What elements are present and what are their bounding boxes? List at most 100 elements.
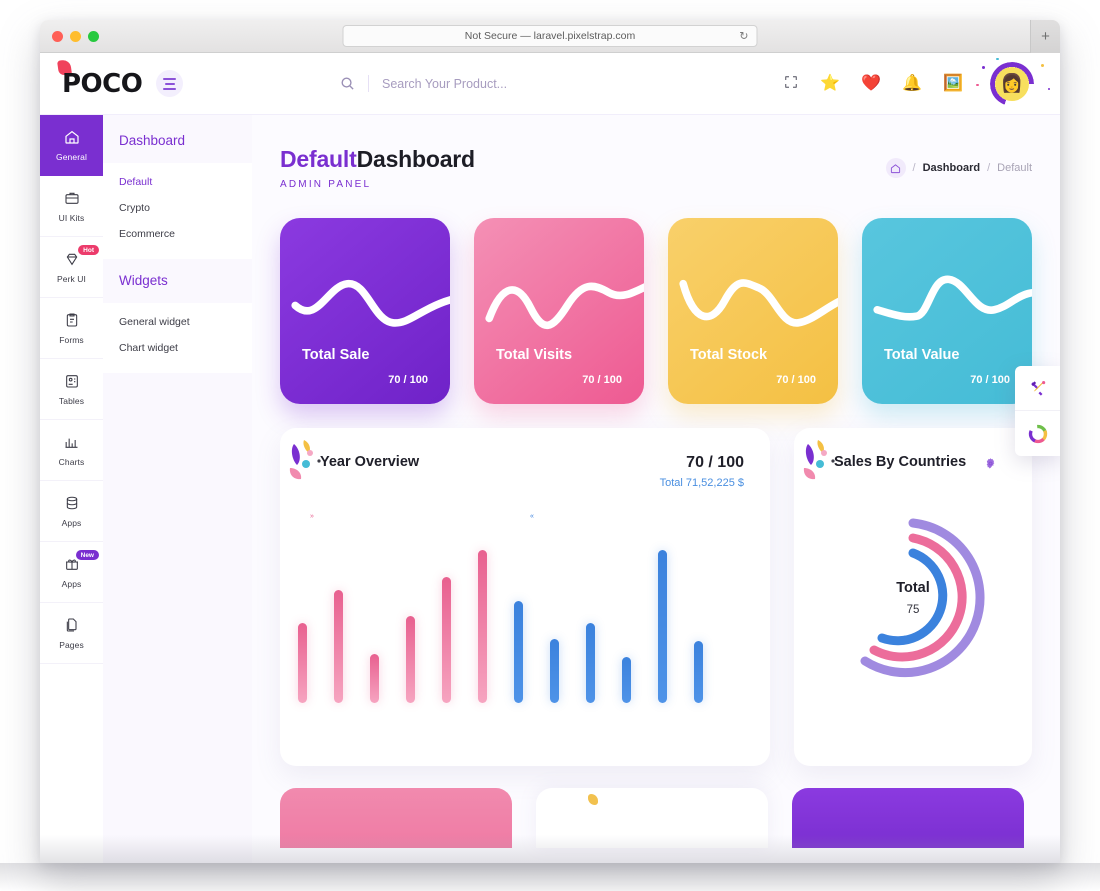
bell-icon[interactable]: 🔔: [902, 75, 922, 92]
sidebar-item-pages[interactable]: Pages: [40, 603, 103, 664]
sidebar-item-label: General: [56, 151, 87, 162]
breadcrumb-separator: /: [987, 162, 991, 174]
sidebar-item-perk-ui[interactable]: Hot Perk UI: [40, 237, 103, 298]
bottom-card-pink[interactable]: [280, 788, 512, 848]
bottom-card-row: [280, 788, 1032, 848]
submenu-item-ecommerce[interactable]: Ecommerce: [103, 221, 252, 247]
bar[interactable]: [406, 616, 415, 703]
sparkline-icon: [679, 279, 838, 327]
theme-tools-icon[interactable]: [1015, 366, 1060, 411]
sidebar-item-label: Apps: [61, 578, 82, 589]
panel-row: Year Overview 70 / 100 Total 71,52,225 $…: [280, 428, 1032, 766]
sidebar-item-label: Tables: [58, 395, 85, 406]
year-overview-stats: 70 / 100 Total 71,52,225 $: [660, 454, 744, 489]
minimize-window-button[interactable]: [70, 31, 81, 42]
window-controls[interactable]: [52, 31, 99, 42]
table-icon: [64, 373, 80, 392]
submenu-item-general-widget[interactable]: General widget: [103, 309, 252, 335]
sidebar-item-ui-kits[interactable]: UI Kits: [40, 176, 103, 237]
submenu-heading-widgets: Widgets: [103, 259, 252, 303]
heart-icon[interactable]: ❤️: [861, 75, 881, 92]
screenshot-root: Not Secure — laravel.pixelstrap.com ↻ + …: [0, 0, 1100, 891]
submenu-item-default[interactable]: Default: [103, 169, 252, 195]
submenu-item-crypto[interactable]: Crypto: [103, 195, 252, 221]
bar[interactable]: [694, 641, 703, 703]
briefcase-icon: [64, 190, 80, 209]
breadcrumb-dashboard[interactable]: Dashboard: [923, 162, 980, 174]
radial-center-label: Total: [896, 580, 930, 596]
clipboard-icon: [64, 312, 80, 331]
reload-icon[interactable]: ↻: [739, 30, 748, 43]
avatar[interactable]: 👩: [976, 57, 1050, 106]
page-title-accent: Default: [280, 146, 357, 172]
bar[interactable]: [514, 601, 523, 703]
breadcrumb-home-icon[interactable]: [885, 158, 906, 178]
star-icon[interactable]: ⭐: [820, 75, 840, 92]
bar[interactable]: [334, 590, 343, 703]
badge-new: New: [75, 550, 99, 560]
stat-card-total-sale[interactable]: Total Sale 70 / 100: [280, 218, 450, 404]
sidebar-item-tables[interactable]: Tables: [40, 359, 103, 420]
sidebar-item-general[interactable]: General: [40, 115, 103, 176]
app-header: POCO Search Your Product... ⭐ ❤️ 🔔 🖼️ 👩: [40, 53, 1060, 115]
submenu-group-dashboard: Default Crypto Ecommerce: [103, 163, 252, 259]
radial-center-value: 75: [906, 604, 920, 616]
badge-hot: Hot: [78, 245, 99, 255]
stat-card-value: 70 / 100: [776, 374, 816, 386]
stat-card-total-stock[interactable]: Total Stock 70 / 100: [668, 218, 838, 404]
bar[interactable]: [442, 577, 451, 703]
confetti-dot: [1041, 63, 1044, 67]
confetti-dot: [976, 83, 979, 86]
submenu-heading-dashboard: Dashboard: [103, 119, 252, 163]
menu-toggle-icon[interactable]: [156, 70, 184, 97]
bar[interactable]: [586, 623, 595, 703]
search-input[interactable]: [382, 76, 632, 91]
bottom-card-white[interactable]: [536, 788, 768, 848]
bottom-card-purple[interactable]: [792, 788, 1024, 848]
sidebar-rail: General UI Kits Hot Perk UI Forms Tables…: [40, 115, 103, 863]
sidebar-item-charts[interactable]: Charts: [40, 420, 103, 481]
gallery-icon[interactable]: 🖼️: [943, 75, 963, 92]
stat-card-value: 70 / 100: [388, 374, 428, 386]
logo[interactable]: POCO: [57, 58, 143, 99]
stat-card-value: 70 / 100: [582, 374, 622, 386]
year-overview-total: Total 71,52,225 $: [659, 477, 744, 489]
fullscreen-icon[interactable]: [783, 74, 799, 93]
browser-window: Not Secure — laravel.pixelstrap.com ↻ + …: [40, 20, 1060, 863]
stat-card-title: Total Value: [884, 347, 960, 363]
sparkline-icon: [485, 282, 644, 330]
app-body: General UI Kits Hot Perk UI Forms Tables…: [40, 115, 1060, 863]
sidebar-item-label: UI Kits: [58, 212, 85, 223]
bar[interactable]: [550, 639, 559, 703]
bar[interactable]: [370, 654, 379, 703]
submenu-group-widgets: General widget Chart widget: [103, 303, 252, 373]
close-window-button[interactable]: [52, 31, 63, 42]
sidebar-item-label: Perk UI: [56, 273, 87, 284]
chart-annotation: «: [530, 513, 534, 520]
search-icon: [340, 76, 355, 91]
page-title-block: DefaultDashboard ADMIN PANEL: [280, 146, 475, 190]
sidebar-item-label: Charts: [58, 456, 85, 467]
sidebar-item-apps-database[interactable]: Apps: [40, 481, 103, 542]
page-subtitle: ADMIN PANEL: [280, 179, 372, 190]
search-box[interactable]: [340, 75, 632, 92]
gear-icon[interactable]: [984, 457, 997, 473]
year-overview-bar-chart[interactable]: » «: [280, 503, 770, 703]
sales-by-countries-radial-chart[interactable]: Total 75: [794, 473, 1032, 723]
bar[interactable]: [478, 550, 487, 703]
browser-chrome: Not Secure — laravel.pixelstrap.com ↻ +: [40, 20, 1060, 53]
stat-card-total-visits[interactable]: Total Visits 70 / 100: [474, 218, 644, 404]
address-bar[interactable]: Not Secure — laravel.pixelstrap.com ↻: [342, 25, 758, 47]
color-wheel-icon[interactable]: [1015, 411, 1060, 456]
stat-card-title: Total Stock: [690, 347, 768, 363]
year-overview-header: Year Overview 70 / 100 Total 71,52,225 $: [280, 428, 770, 489]
new-tab-button[interactable]: +: [1030, 20, 1060, 53]
bar[interactable]: [622, 657, 631, 703]
stat-card-total-value[interactable]: Total Value 70 / 100: [862, 218, 1032, 404]
bar[interactable]: [298, 623, 307, 703]
sidebar-item-apps-gift[interactable]: New Apps: [40, 542, 103, 603]
sidebar-item-forms[interactable]: Forms: [40, 298, 103, 359]
maximize-window-button[interactable]: [88, 31, 99, 42]
bar[interactable]: [658, 550, 667, 703]
submenu-item-chart-widget[interactable]: Chart widget: [103, 335, 252, 361]
